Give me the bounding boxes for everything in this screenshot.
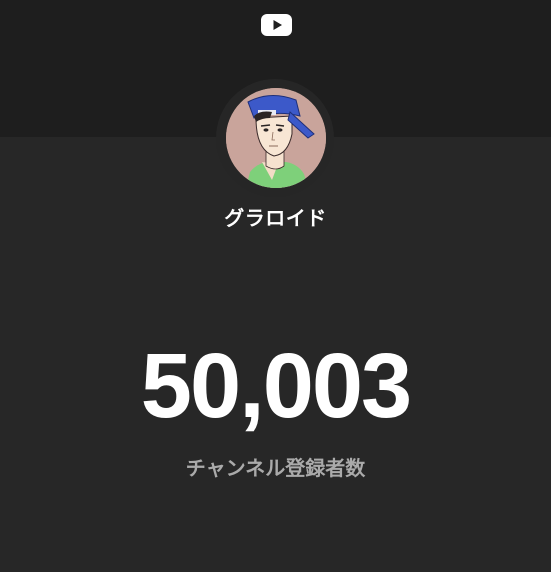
avatar-illustration <box>226 88 326 188</box>
subscriber-counter-page: グラロイド 50,003 チャンネル登録者数 <box>0 0 551 572</box>
subscriber-count-label: チャンネル登録者数 <box>185 456 366 480</box>
subscriber-count: 50,003 <box>140 335 412 437</box>
channel-name[interactable]: グラロイド <box>0 202 551 231</box>
channel-avatar[interactable] <box>226 88 326 188</box>
youtube-play-icon <box>261 14 292 36</box>
